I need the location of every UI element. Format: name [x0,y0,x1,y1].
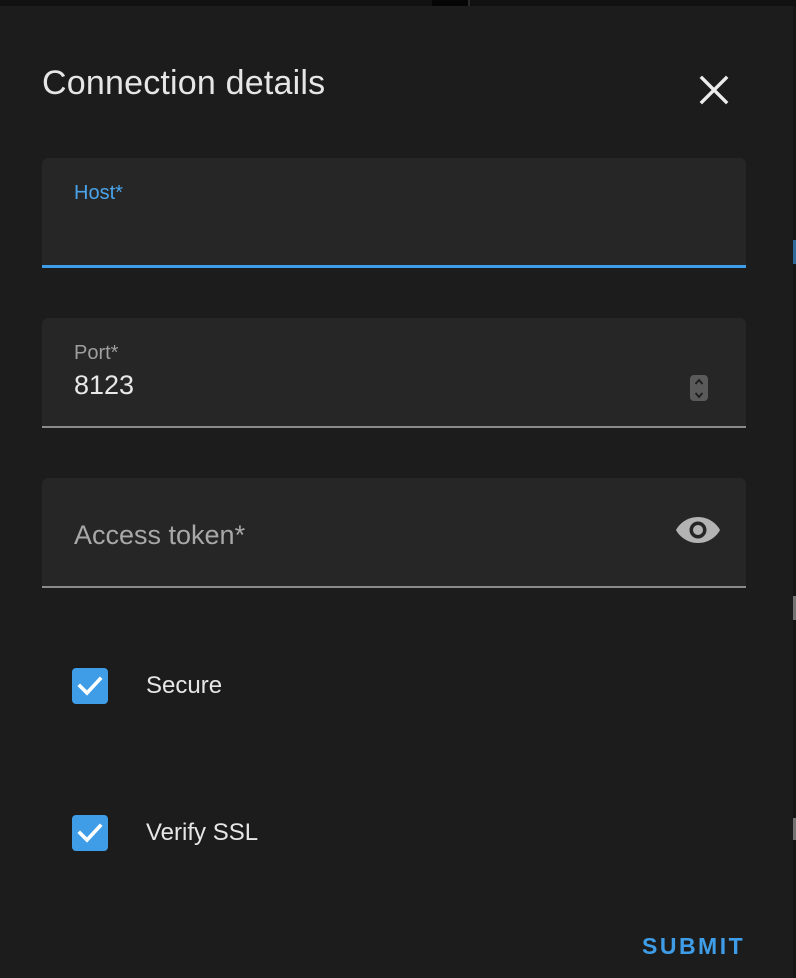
host-underline [42,265,746,268]
port-field[interactable]: Port* 8123 [42,318,746,428]
verify-ssl-checkbox[interactable] [72,815,108,851]
eye-icon [676,517,720,543]
checkmark-icon [77,823,103,843]
close-icon [699,75,729,105]
port-label: Port* [74,342,119,364]
submit-button[interactable]: SUBMIT [630,926,757,966]
close-button[interactable] [690,66,738,114]
port-input[interactable]: 8123 [74,370,654,401]
dialog-title: Connection details [42,64,326,102]
secure-label: Secure [146,672,223,699]
verify-ssl-label: Verify SSL [146,819,259,846]
secure-checkbox[interactable] [72,668,108,704]
spinner-down-icon[interactable] [690,388,708,401]
host-field[interactable]: Host* [42,158,746,268]
access-token-underline [42,586,746,588]
host-input[interactable] [74,214,708,252]
spinner-up-icon[interactable] [690,375,708,388]
port-stepper[interactable] [690,375,708,401]
access-token-field[interactable]: Access token* [42,478,746,588]
verify-ssl-option[interactable]: Verify SSL [72,815,258,851]
secure-option[interactable]: Secure [72,668,222,704]
host-label: Host* [74,182,123,204]
checkmark-icon [77,676,103,696]
access-token-label: Access token* [74,520,246,550]
connection-dialog: Connection details Host* Port* 8123 Acce… [0,6,793,978]
toggle-visibility-button[interactable] [674,512,722,548]
port-underline [42,426,746,428]
